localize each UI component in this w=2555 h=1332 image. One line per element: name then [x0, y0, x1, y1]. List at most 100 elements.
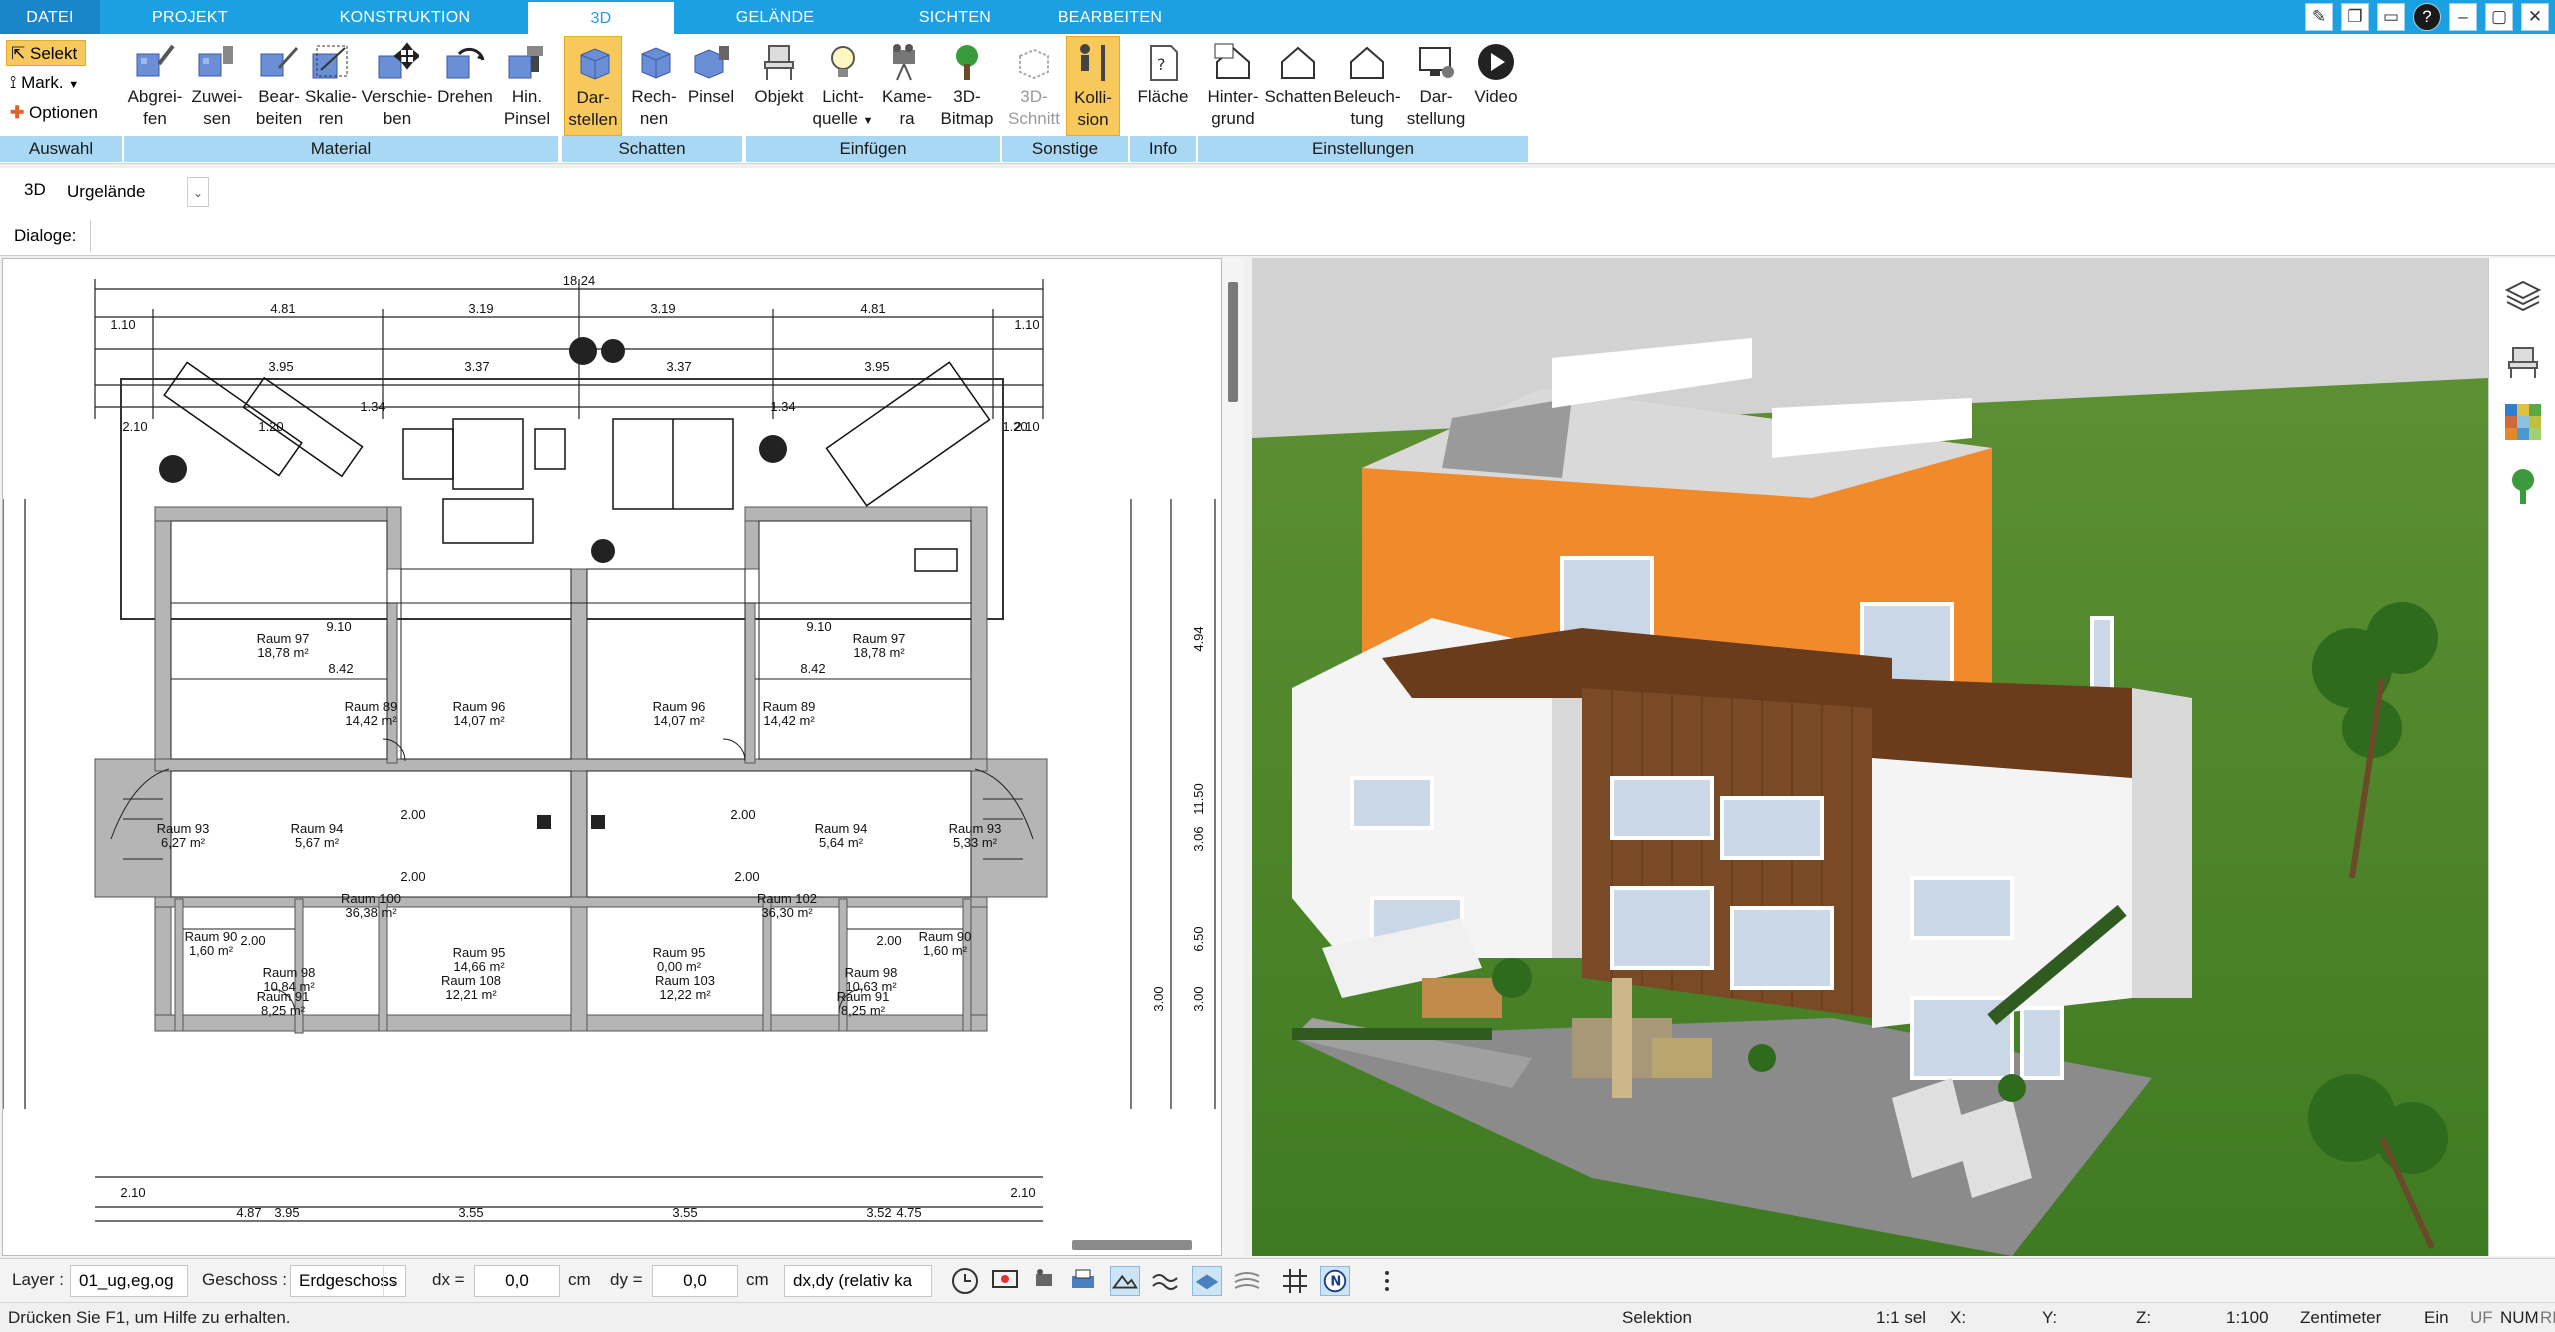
- minimize-icon[interactable]: –: [2449, 3, 2477, 31]
- geschoss-select[interactable]: Erdgeschoss ⌄: [290, 1265, 406, 1297]
- hin-pinsel-label-2: Pinsel: [503, 109, 551, 128]
- floor-plan-view[interactable]: 18.24 4.81 3.19 3.19 4.81 1.10 1.10 3.95…: [2, 258, 1222, 1256]
- dialogs-label: Dialoge:: [0, 220, 92, 252]
- collision-icon: [1080, 44, 1105, 81]
- beleuchtung-button[interactable]: Beleuch- tung: [1332, 36, 1402, 136]
- tab-gelaende[interactable]: GELÄNDE: [690, 0, 860, 34]
- more-options-icon[interactable]: [1372, 1266, 1402, 1296]
- brush-assign-icon: [198, 46, 233, 77]
- close-icon[interactable]: ✕: [2521, 3, 2549, 31]
- unit-readout: Zentimeter: [2300, 1308, 2382, 1327]
- floor-plane-icon[interactable]: [1192, 1266, 1222, 1296]
- shadow-cube-icon: [580, 48, 610, 80]
- dim-total-width: 18.24: [563, 273, 596, 288]
- room-label: Raum 108: [441, 973, 501, 988]
- coordinate-mode-select[interactable]: dx,dy (relativ ka: [784, 1265, 932, 1297]
- darstellen-button[interactable]: Dar- stellen: [564, 36, 622, 136]
- dim-label: 4.87: [236, 1205, 261, 1220]
- abgreifen-button[interactable]: Abgrei- fen: [124, 36, 186, 136]
- tab-projekt[interactable]: PROJEKT: [100, 0, 280, 34]
- mark-button[interactable]: ⟟ Mark. ▼: [6, 70, 79, 96]
- dialog-row: Dialoge:: [0, 216, 2555, 256]
- bottom-tool-row: Layer : 01_ug,eg,og Geschoss : Erdgescho…: [0, 1258, 2555, 1302]
- hintergrund-button[interactable]: Hinter- grund: [1200, 36, 1266, 136]
- group-schatten: Schatten: [562, 136, 742, 162]
- room-area: 36,30 m²: [761, 905, 813, 920]
- dx-input[interactable]: 0,0: [474, 1265, 560, 1297]
- tab-bearbeiten[interactable]: BEARBEITEN: [1040, 0, 1180, 34]
- verschieben-label-1: Verschie-: [361, 87, 433, 106]
- plan-vertical-scrollbar[interactable]: [1222, 258, 1244, 1256]
- room-area: 12,21 m²: [445, 987, 497, 1002]
- paint-brush-icon: [508, 46, 543, 79]
- bitmap-label-2: Bitmap: [940, 109, 994, 128]
- schnitt-button[interactable]: 3D- Schnitt: [1004, 36, 1064, 136]
- 3d-view[interactable]: [1252, 258, 2488, 1256]
- schatten-pinsel-button[interactable]: Pinsel: [684, 36, 738, 136]
- group-einstellungen: Einstellungen: [1198, 136, 1528, 162]
- print-icon[interactable]: [1068, 1266, 1098, 1296]
- video-button[interactable]: Video: [1468, 36, 1524, 136]
- hatch-icon[interactable]: [1232, 1266, 1262, 1296]
- kollision-button[interactable]: Kolli- sion: [1066, 36, 1120, 136]
- wave-icon[interactable]: [1150, 1266, 1180, 1296]
- layer-select[interactable]: 01_ug,eg,og: [70, 1265, 188, 1297]
- skalieren-button[interactable]: Skalie- ren: [300, 36, 362, 136]
- flaeche-label-1: Fläche: [1137, 87, 1189, 106]
- bitmap-button[interactable]: 3D- Bitmap: [934, 36, 1000, 136]
- flaeche-button[interactable]: ? Fläche: [1132, 36, 1194, 136]
- room-label: Raum 94: [815, 821, 868, 836]
- room-area: 14,42 m²: [345, 713, 397, 728]
- objekt-button[interactable]: Objekt: [750, 36, 808, 136]
- help-icon[interactable]: ?: [2413, 3, 2441, 31]
- window-restore-icon[interactable]: ❐: [2341, 3, 2369, 31]
- zuweisen-label-1: Zuwei-: [191, 87, 243, 106]
- beleuchtung-label-1: Beleuch-: [1333, 87, 1401, 106]
- terrain-select[interactable]: Urgelände ⌄: [58, 176, 210, 208]
- materials-icon[interactable]: [2503, 402, 2543, 442]
- uf-indicator: UF: [2470, 1308, 2493, 1327]
- tab-3d[interactable]: 3D: [528, 2, 674, 34]
- floor-plan-drawing: 18.24 4.81 3.19 3.19 4.81 1.10 1.10 3.95…: [3, 273, 1216, 1222]
- zuweisen-button[interactable]: Zuwei- sen: [186, 36, 248, 136]
- dy-input[interactable]: 0,0: [652, 1265, 738, 1297]
- optionen-button[interactable]: ✚ Optionen: [6, 100, 98, 126]
- selekt-button[interactable]: ⇱ Selekt: [6, 40, 86, 66]
- hintergrund-label-2: grund: [1211, 109, 1255, 128]
- plan-horizontal-scroll-thumb[interactable]: [1072, 1240, 1192, 1250]
- plant-icon[interactable]: [2503, 466, 2543, 506]
- dim-top-o: 2.10: [122, 419, 147, 434]
- tab-konstruktion[interactable]: KONSTRUKTION: [290, 0, 520, 34]
- room-label: Raum 96: [653, 699, 706, 714]
- dim-label: 9.10: [326, 619, 351, 634]
- rechnen-button[interactable]: Rech- nen: [624, 36, 684, 136]
- rechnen-label-2: nen: [639, 109, 669, 128]
- kamera-button[interactable]: Kame- ra: [876, 36, 938, 136]
- grid-icon[interactable]: [1280, 1266, 1310, 1296]
- scroll-thumb[interactable]: [1228, 282, 1238, 402]
- maximize-icon[interactable]: ▢: [2485, 3, 2513, 31]
- selection-count: 1:1 sel: [1876, 1308, 1927, 1327]
- furniture-icon[interactable]: [2503, 342, 2543, 382]
- tools-icon[interactable]: ✎: [2305, 3, 2333, 31]
- window-tile-icon[interactable]: ▭: [2377, 3, 2405, 31]
- tab-sichten[interactable]: SICHTEN: [880, 0, 1030, 34]
- schatten-settings-button[interactable]: Schatten: [1264, 36, 1332, 136]
- terrain-select-value: Urgelände: [67, 182, 146, 201]
- hin-pinsel-button[interactable]: Hin. Pinsel: [496, 36, 558, 136]
- tab-datei[interactable]: DATEI: [0, 0, 100, 34]
- dim-top-f: 1.10: [1014, 317, 1039, 332]
- group-material: Material: [124, 136, 558, 162]
- north-icon[interactable]: N: [1320, 1266, 1350, 1296]
- verschieben-button[interactable]: Verschie- ben: [360, 36, 434, 136]
- plus-icon: ✚: [10, 103, 25, 122]
- clock-icon[interactable]: [950, 1266, 980, 1296]
- terrain-icon[interactable]: [1110, 1266, 1140, 1296]
- drehen-button[interactable]: Drehen: [434, 36, 496, 136]
- layers-icon[interactable]: [2503, 276, 2543, 316]
- camera-path-icon[interactable]: [1030, 1266, 1060, 1296]
- screen-record-icon[interactable]: [990, 1266, 1020, 1296]
- darstellung-button[interactable]: Dar- stellung: [1402, 36, 1470, 136]
- lichtquelle-button[interactable]: Licht- quelle ▼: [812, 36, 874, 136]
- room-label: Raum 93: [157, 821, 210, 836]
